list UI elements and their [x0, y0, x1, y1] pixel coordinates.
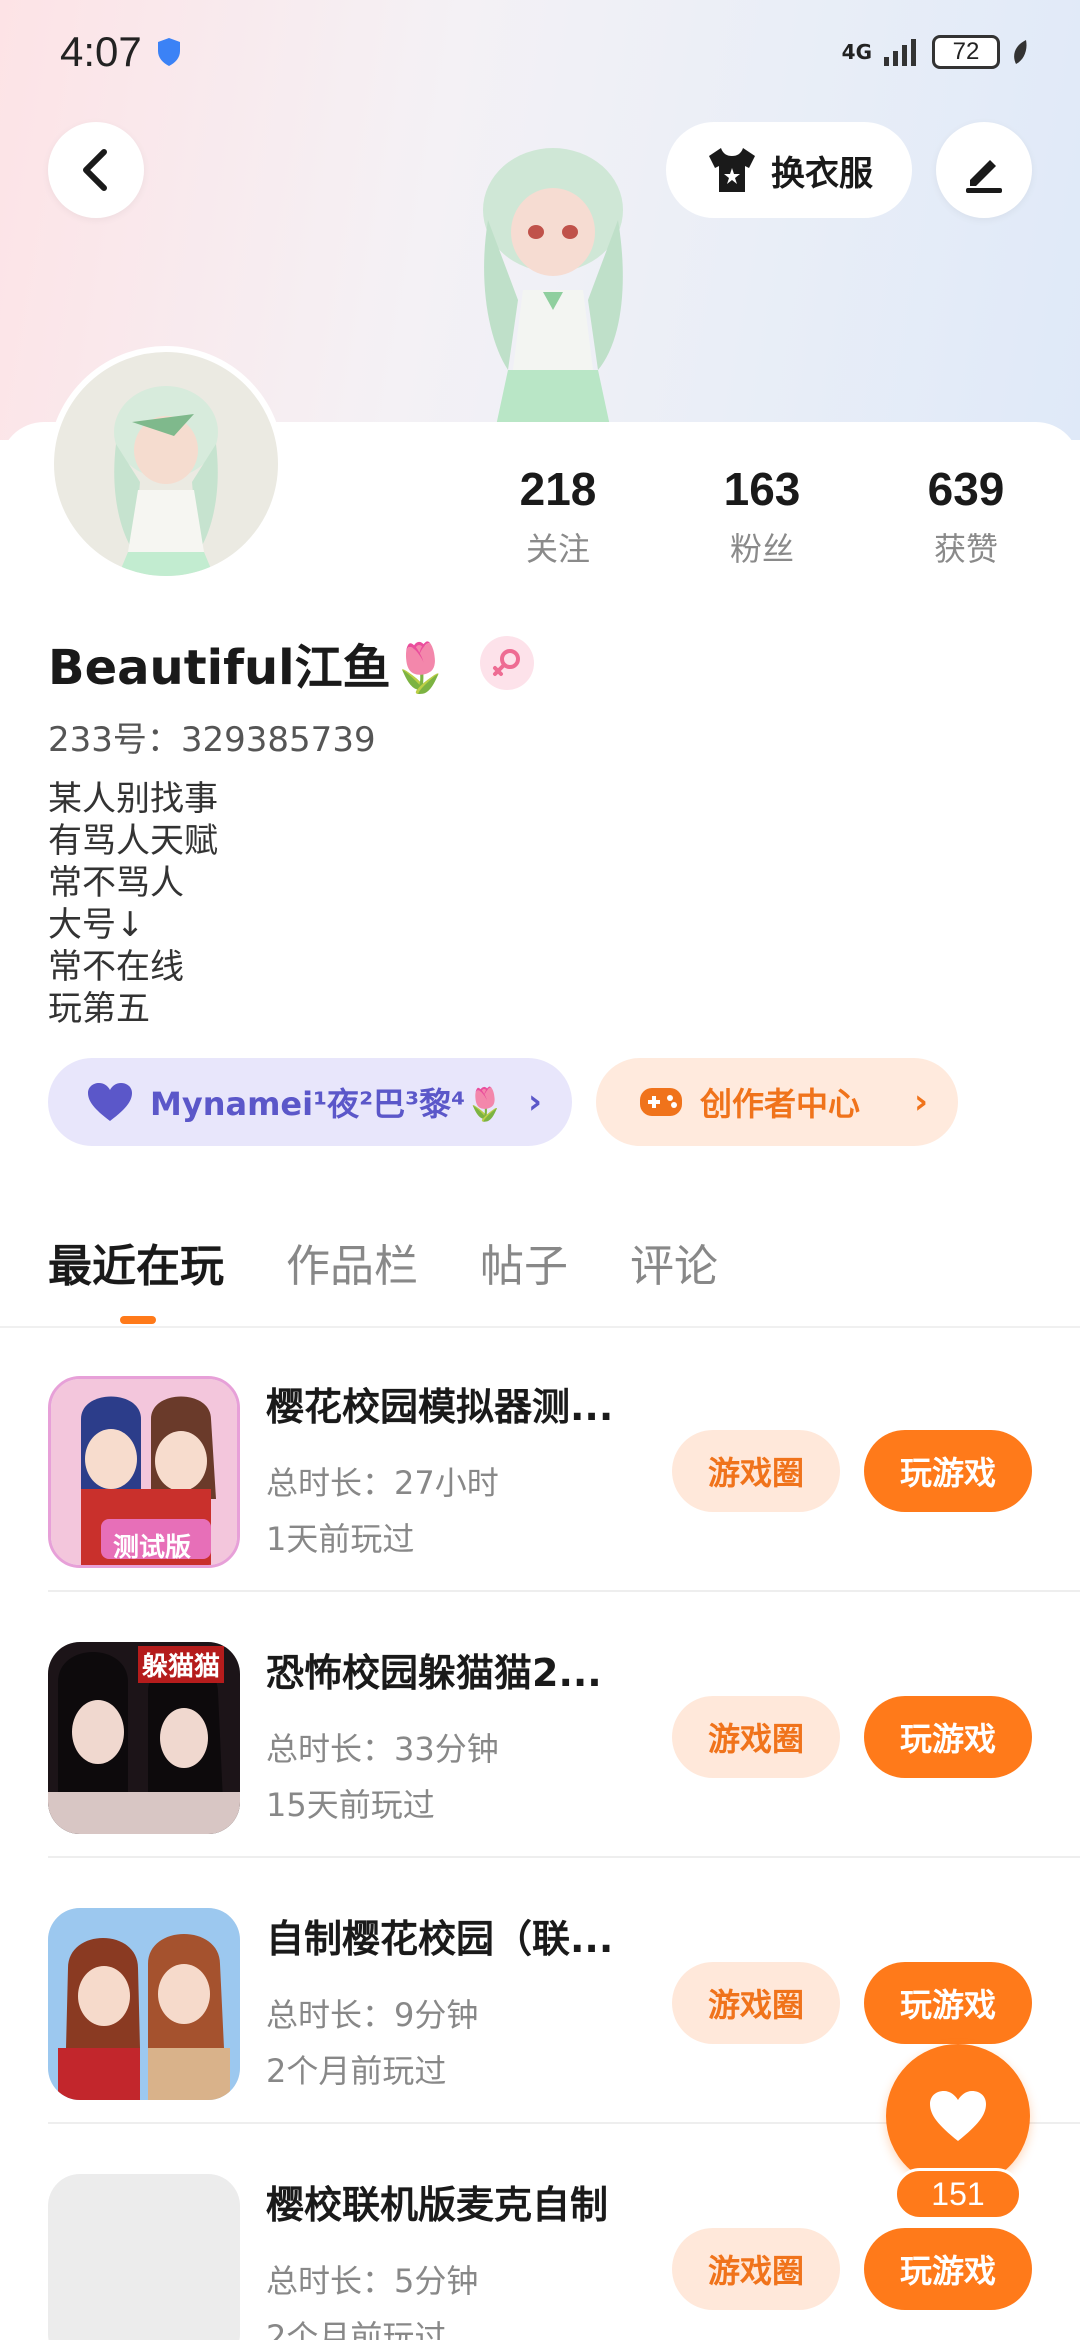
pencil-icon	[966, 160, 1002, 193]
heart-icon	[88, 1083, 132, 1121]
tab-works[interactable]: 作品栏	[286, 1230, 418, 1294]
gamepad-icon	[640, 1088, 682, 1116]
like-button[interactable]	[886, 2044, 1030, 2188]
game-circle-button[interactable]: 游戏圈	[672, 1696, 840, 1778]
game-last-played: 2个月前玩过	[266, 2052, 447, 2090]
game-circle-button[interactable]: 游戏圈	[672, 1430, 840, 1512]
dress-up-label: 换衣服	[771, 153, 873, 194]
game-duration: 总时长：27小时	[266, 1464, 499, 1502]
game-circle-button[interactable]: 游戏圈	[672, 1962, 840, 2044]
stat-following[interactable]: 218 关注	[488, 462, 628, 570]
tshirt-icon	[709, 148, 755, 192]
game-title: 樱校联机版麦克自制	[266, 2183, 609, 2227]
bio-line: 玩第五	[48, 989, 150, 1029]
edit-profile-button[interactable]	[936, 122, 1032, 218]
game-duration: 总时长：5分钟	[266, 2262, 479, 2300]
stat-likes-label: 获赞	[933, 530, 998, 568]
bio-line: 常不骂人	[48, 863, 184, 903]
chevron-right-icon: ›	[527, 1082, 542, 1122]
game-last-played: 1天前玩过	[266, 1520, 415, 1558]
status-time: 4:07	[60, 28, 142, 75]
game-icon-placeholder	[48, 2174, 240, 2340]
bio: 某人别找事 有骂人天赋 常不骂人 大号↓ 常不在线 玩第五	[48, 778, 218, 1030]
tab-comments[interactable]: 评论	[630, 1230, 718, 1294]
bio-line: 有骂人天赋	[48, 821, 218, 861]
tab-posts[interactable]: 帖子	[480, 1230, 568, 1294]
stat-likes-value: 639	[927, 463, 1005, 515]
bio-line: 大号↓	[48, 905, 145, 945]
stat-following-label: 关注	[525, 530, 590, 568]
active-tab-indicator	[120, 1316, 156, 1324]
stat-followers-label: 粉丝	[729, 530, 794, 568]
guild-label: Mynamei¹夜²巴³黎⁴🌷	[150, 1085, 506, 1123]
chevron-left-icon	[83, 149, 107, 191]
game-icon	[48, 1908, 240, 2100]
game-last-played: 2个月前玩过	[266, 2318, 447, 2340]
status-bar: 4:07 4G 72	[0, 0, 1080, 104]
list-item[interactable]: 躲猫猫 恐怖校园躲猫猫2... 总时长：33分钟 15天前玩过 游戏圈 玩游戏	[48, 1592, 1080, 1858]
creator-center-pill[interactable]: 创作者中心 ›	[596, 1058, 958, 1146]
game-title: 自制樱花校园（联...	[266, 1917, 614, 1961]
back-button[interactable]	[48, 122, 144, 218]
content-tabs: 最近在玩 作品栏 帖子 评论	[48, 1230, 718, 1294]
stat-following-value: 218	[519, 463, 597, 515]
game-icon: 躲猫猫	[48, 1642, 240, 1834]
stat-followers[interactable]: 163 粉丝	[692, 462, 832, 570]
stat-followers-value: 163	[723, 463, 801, 515]
bio-line: 某人别找事	[48, 779, 218, 819]
signal-icon	[884, 39, 916, 66]
leaf-icon	[1014, 40, 1027, 64]
guild-pill[interactable]: Mynamei¹夜²巴³黎⁴🌷 ›	[48, 1058, 572, 1146]
bio-line: 常不在线	[48, 947, 184, 987]
play-game-button[interactable]: 玩游戏	[864, 1430, 1032, 1512]
chevron-right-icon: ›	[913, 1082, 928, 1122]
shield-icon	[157, 38, 180, 66]
user-id: 233号：329385739	[48, 720, 376, 760]
dress-up-button[interactable]: 换衣服	[666, 122, 912, 218]
game-title: 樱花校园模拟器测...	[266, 1385, 614, 1429]
username-row: Beautiful江鱼🌷	[48, 628, 535, 698]
network-indicator: 4G	[841, 40, 872, 64]
game-duration: 总时长：9分钟	[266, 1996, 479, 2034]
game-circle-button[interactable]: 游戏圈	[672, 2228, 840, 2310]
avatar[interactable]	[48, 346, 284, 582]
tab-recent[interactable]: 最近在玩	[48, 1230, 224, 1294]
battery-indicator: 72	[932, 35, 1000, 69]
game-last-played: 15天前玩过	[266, 1786, 435, 1824]
game-icon-badge: 躲猫猫	[138, 1646, 225, 1683]
play-game-button[interactable]: 玩游戏	[864, 1696, 1032, 1778]
female-icon	[480, 636, 535, 690]
play-game-button[interactable]: 玩游戏	[864, 1962, 1032, 2044]
heart-icon	[930, 2091, 986, 2141]
game-duration: 总时长：33分钟	[266, 1730, 499, 1768]
avatar-3d-figure	[483, 148, 623, 440]
creator-center-label: 创作者中心	[700, 1085, 861, 1123]
stat-likes[interactable]: 639 获赞	[896, 462, 1036, 570]
game-icon-badge: 测试版	[113, 1533, 192, 1563]
play-game-button[interactable]: 玩游戏	[864, 2228, 1032, 2310]
list-item[interactable]: 测试版 樱花校园模拟器测... 总时长：27小时 1天前玩过 游戏圈 玩游戏	[48, 1326, 1080, 1592]
username: Beautiful江鱼🌷	[48, 640, 451, 696]
like-count: 151	[894, 2168, 1022, 2220]
game-title: 恐怖校园躲猫猫2...	[266, 1651, 602, 1695]
game-icon: 测试版	[48, 1376, 240, 1568]
